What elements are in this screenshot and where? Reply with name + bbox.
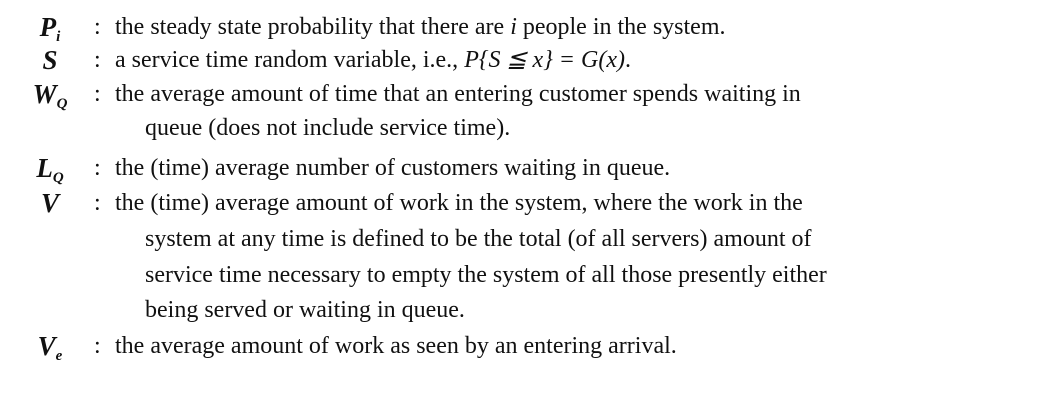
definition-text: the steady state probability that there … [115, 14, 726, 40]
definition-separator: : [94, 81, 101, 107]
definitions-list: Pi : the steady state probability that t… [0, 0, 1038, 412]
symbol-subscript: Q [56, 96, 68, 112]
definition-symbol: Pi [39, 12, 61, 45]
definition-separator: : [94, 333, 101, 359]
definition-symbol: WQ [32, 79, 68, 112]
definition-text: the average amount of work as seen by an… [115, 333, 677, 359]
definition-text: a service time random variable, i.e., P{… [115, 47, 631, 73]
definition-separator: : [94, 14, 101, 40]
definition-symbol: Ve [37, 331, 63, 364]
symbol-subscript: e [55, 348, 63, 364]
definition-text: the (time) average amount of work in the… [115, 190, 803, 216]
definition-text: the (time) average number of customers w… [115, 155, 671, 181]
symbol-subscript: Q [52, 170, 64, 186]
definition-text-continuation: service time necessary to empty the syst… [145, 262, 827, 288]
definition-separator: : [94, 190, 101, 216]
definition-symbol: V [40, 188, 59, 218]
inline-math: i [510, 14, 517, 40]
definition-text: the average amount of time that an enter… [115, 81, 801, 107]
definition-text-continuation: being served or waiting in queue. [145, 297, 465, 323]
definition-separator: : [94, 155, 101, 181]
definition-separator: : [94, 47, 101, 73]
definition-symbol: S [42, 45, 58, 75]
inline-math: P{S ≦ x} = G(x) [464, 47, 625, 73]
definition-text-continuation: system at any time is defined to be the … [145, 226, 812, 252]
definition-symbol: LQ [36, 153, 64, 186]
definition-text-continuation: queue (does not include service time). [145, 115, 511, 141]
